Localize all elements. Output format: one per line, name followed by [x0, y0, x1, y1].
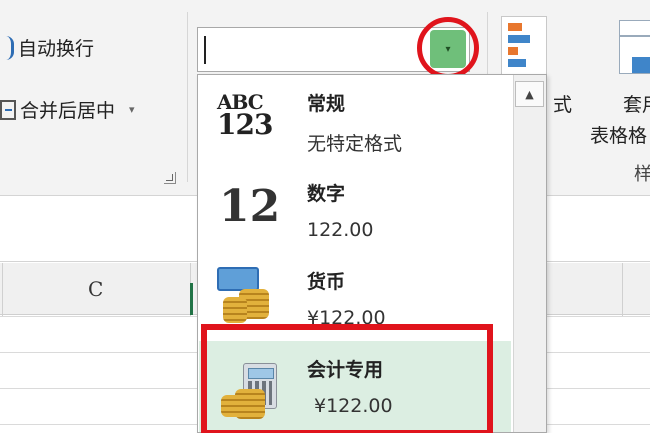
format-as-table-icon[interactable]	[619, 20, 650, 74]
wrap-text-icon	[0, 35, 14, 60]
annotation-circle	[417, 17, 479, 79]
format-item-title: 数字	[307, 183, 346, 205]
merge-center-icon	[0, 99, 16, 120]
format-item-general[interactable]: ABC 123 常规 无特定格式	[199, 75, 511, 163]
scroll-up-icon[interactable]: ▲	[515, 81, 544, 107]
format-as-table-label-top: 套用	[623, 94, 650, 116]
abc-123-icon: ABC 123	[217, 90, 273, 141]
merge-center-label: 合并后居中	[20, 100, 116, 122]
format-item-title: 货币	[307, 271, 346, 293]
column-header-c[interactable]: C	[88, 277, 103, 301]
number-12-icon: 12	[219, 181, 281, 232]
currency-icon	[217, 267, 275, 327]
format-item-sample: 122.00	[307, 219, 374, 241]
conditional-format-label: 式	[553, 94, 573, 116]
format-item-sample: 无特定格式	[307, 133, 403, 155]
format-as-table-label-bottom: 表格格	[590, 125, 648, 147]
text-cursor	[204, 36, 206, 64]
conditional-format-icon[interactable]	[501, 16, 547, 78]
format-item-number[interactable]: 12 数字 122.00	[199, 165, 511, 253]
format-item-title: 常规	[307, 93, 346, 115]
wrap-text-label: 自动换行	[18, 38, 95, 60]
alignment-dialog-launcher-icon[interactable]	[164, 172, 176, 184]
wrap-text-button[interactable]: 自动换行	[0, 34, 94, 61]
group-divider	[187, 12, 188, 182]
merge-center-button[interactable]: 合并后居中 ▾	[0, 96, 135, 123]
chevron-down-icon[interactable]: ▾	[129, 103, 135, 116]
styles-group-label: 样	[634, 164, 650, 185]
list-scrollbar[interactable]: ▲	[513, 75, 546, 432]
annotation-highlight-box	[201, 324, 493, 433]
